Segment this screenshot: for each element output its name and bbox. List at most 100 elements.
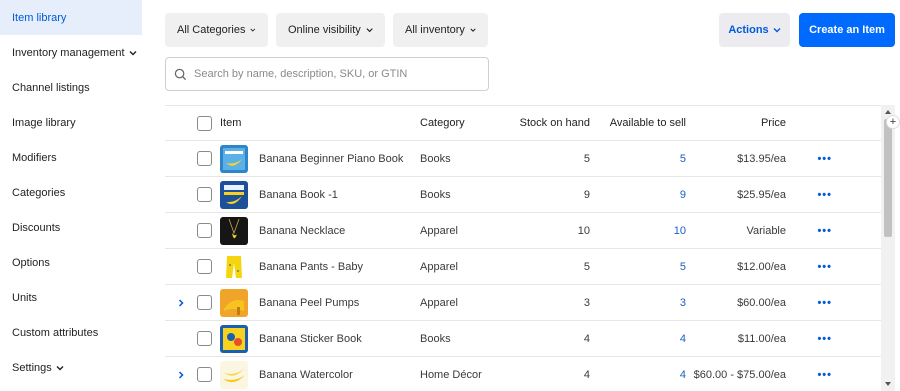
item-stock: 5: [583, 152, 590, 165]
more-options-icon[interactable]: •••: [786, 261, 846, 273]
item-thumbnail: [220, 324, 248, 353]
sidebar-item-label: Inventory management: [12, 46, 125, 59]
more-options-icon[interactable]: •••: [786, 369, 846, 381]
chevron-right-icon: [178, 298, 184, 307]
inventory-filter-dropdown[interactable]: All inventory: [393, 13, 488, 47]
item-available[interactable]: 9: [590, 189, 686, 201]
search-box: [165, 57, 489, 91]
item-thumbnail: [220, 288, 248, 317]
item-available[interactable]: 5: [590, 153, 686, 165]
search-icon: [174, 68, 187, 80]
scrollbar-thumb[interactable]: [884, 119, 892, 237]
visibility-filter-label: Online visibility: [288, 24, 361, 36]
item-available[interactable]: 4: [590, 369, 686, 381]
more-options-icon[interactable]: •••: [786, 333, 846, 345]
more-options-icon[interactable]: •••: [786, 153, 846, 165]
column-header-available[interactable]: Available to sell: [590, 117, 686, 129]
sidebar-item-label: Custom attributes: [12, 326, 99, 339]
expand-row-button[interactable]: [165, 285, 197, 320]
table-row[interactable]: Banana Beginner Piano Book Books 5 5 $13…: [165, 141, 881, 177]
sidebar-item-label: Modifiers: [12, 151, 57, 164]
sidebar-item-options[interactable]: Options: [0, 245, 142, 280]
sidebar-item-modifiers[interactable]: Modifiers: [0, 140, 142, 175]
row-checkbox[interactable]: [197, 151, 212, 166]
item-stock: 9: [583, 188, 590, 201]
column-header-price[interactable]: Price: [686, 117, 786, 129]
expand-row-button[interactable]: [165, 357, 197, 391]
table-row[interactable]: Banana Peel Pumps Apparel 3 3 $60.00/ea …: [165, 285, 881, 321]
item-thumbnail: [220, 180, 248, 209]
create-item-label: Create an Item: [809, 24, 885, 36]
item-thumbnail: [220, 144, 248, 173]
actions-button[interactable]: Actions: [719, 13, 790, 47]
sidebar-item-inventory-management[interactable]: Inventory management: [0, 35, 142, 70]
item-price: $25.95/ea: [737, 188, 786, 201]
row-checkbox[interactable]: [197, 295, 212, 310]
item-thumbnail: [220, 360, 248, 389]
sidebar-item-units[interactable]: Units: [0, 280, 142, 315]
column-header-item[interactable]: Item: [220, 117, 420, 129]
select-all-checkbox[interactable]: [197, 115, 212, 131]
sidebar-item-channel-listings[interactable]: Channel listings: [0, 70, 142, 105]
item-name: Banana Watercolor: [259, 368, 353, 381]
item-category: Books: [420, 188, 451, 201]
table-row[interactable]: Banana Book -1 Books 9 9 $25.95/ea •••: [165, 177, 881, 213]
table-row[interactable]: Banana Watercolor Home Décor 4 4 $60.00 …: [165, 357, 881, 391]
item-available[interactable]: 5: [590, 261, 686, 273]
sidebar-item-categories[interactable]: Categories: [0, 175, 142, 210]
item-stock: 4: [583, 332, 590, 345]
row-checkbox[interactable]: [197, 259, 212, 274]
item-price: $13.95/ea: [737, 152, 786, 165]
item-available[interactable]: 4: [590, 333, 686, 345]
column-header-stock[interactable]: Stock on hand: [510, 117, 590, 129]
row-checkbox[interactable]: [197, 223, 212, 238]
scroll-down-arrow-icon[interactable]: [884, 380, 892, 388]
sidebar-item-label: Categories: [12, 186, 66, 199]
chevron-down-icon: [250, 28, 256, 32]
more-options-icon[interactable]: •••: [786, 189, 846, 201]
more-options-icon[interactable]: •••: [786, 225, 846, 237]
item-price: $12.00/ea: [737, 260, 786, 273]
table-row[interactable]: Banana Necklace Apparel 10 10 Variable •…: [165, 213, 881, 249]
table-scrollbar[interactable]: [881, 105, 895, 391]
item-name: Banana Sticker Book: [259, 332, 362, 345]
row-checkbox[interactable]: [197, 331, 212, 346]
category-filter-dropdown[interactable]: All Categories: [165, 13, 268, 47]
search-input[interactable]: [194, 68, 474, 80]
sidebar-item-label: Options: [12, 256, 50, 269]
column-header-category[interactable]: Category: [420, 117, 510, 129]
item-category: Apparel: [420, 296, 458, 309]
item-available[interactable]: 10: [590, 225, 686, 237]
item-category: Apparel: [420, 260, 458, 273]
item-category: Home Décor: [420, 368, 482, 381]
item-available[interactable]: 3: [590, 297, 686, 309]
row-checkbox[interactable]: [197, 187, 212, 202]
sidebar-item-settings[interactable]: Settings: [0, 350, 142, 385]
sidebar-item-image-library[interactable]: Image library: [0, 105, 142, 140]
item-name: Banana Beginner Piano Book: [259, 152, 404, 165]
sidebar-item-label: Units: [12, 291, 38, 304]
row-checkbox[interactable]: [197, 367, 212, 382]
item-name: Banana Book -1: [259, 188, 338, 201]
create-item-button[interactable]: Create an Item: [799, 13, 895, 47]
table-header-row: Item Category Stock on hand Available to…: [165, 105, 881, 141]
item-stock: 5: [583, 260, 590, 273]
table-row[interactable]: Banana Pants - Baby Apparel 5 5 $12.00/e…: [165, 249, 881, 285]
more-options-icon[interactable]: •••: [786, 297, 846, 309]
sidebar-item-item-library[interactable]: Item library: [0, 0, 142, 35]
item-stock: 3: [583, 296, 590, 309]
item-thumbnail: [220, 216, 248, 245]
sidebar-item-discounts[interactable]: Discounts: [0, 210, 142, 245]
chevron-down-icon: [56, 365, 64, 370]
sidebar-item-custom-attributes[interactable]: Custom attributes: [0, 315, 142, 350]
item-thumbnail: [220, 252, 248, 281]
item-price: $11.00/ea: [737, 332, 786, 345]
table-row[interactable]: Banana Sticker Book Books 4 4 $11.00/ea …: [165, 321, 881, 357]
chevron-down-icon: [470, 28, 476, 32]
add-column-icon[interactable]: +: [886, 115, 900, 129]
actions-button-label: Actions: [728, 24, 769, 36]
item-stock: 4: [583, 368, 590, 381]
visibility-filter-dropdown[interactable]: Online visibility: [276, 13, 385, 47]
chevron-down-icon: [366, 28, 373, 33]
item-category: Apparel: [420, 224, 458, 237]
